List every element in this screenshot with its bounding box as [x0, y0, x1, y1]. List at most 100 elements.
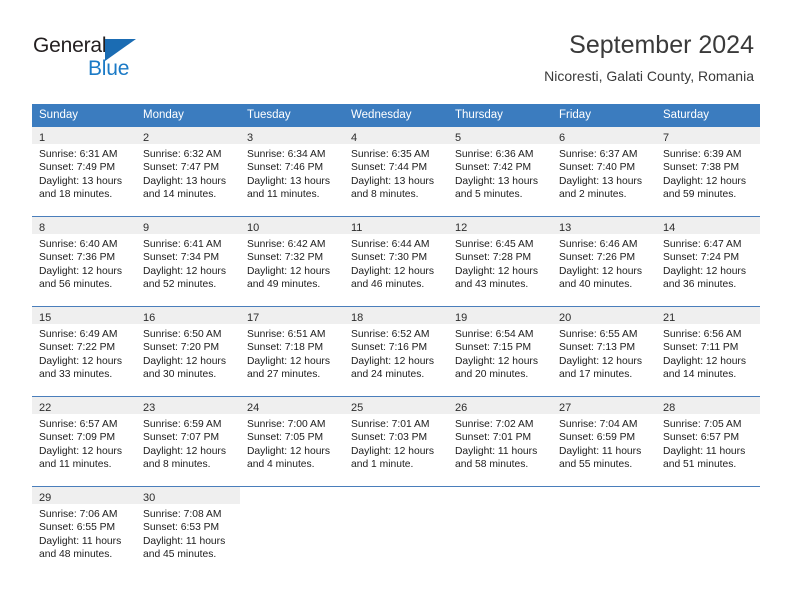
daylight-text-line1: Daylight: 12 hours — [143, 355, 226, 367]
calendar-grid: Sunday Monday Tuesday Wednesday Thursday… — [32, 104, 760, 576]
daylight-text-line2: and 27 minutes. — [247, 369, 321, 381]
calendar-day-cell[interactable]: 26 Sunrise: 7:02 AM Sunset: 7:01 PM Dayligh… — [448, 397, 552, 486]
day-number-strip: 6 — [552, 127, 656, 144]
day-details — [656, 504, 760, 508]
calendar-day-cell[interactable]: 19 Sunrise: 6:54 AM Sunset: 7:15 PM Dayligh… — [448, 307, 552, 396]
calendar-weeks: 1 Sunrise: 6:31 AM Sunset: 7:49 PM Daylight… — [32, 127, 760, 576]
sunset-text: Sunset: 7:13 PM — [559, 342, 636, 354]
day-number: 28 — [663, 402, 676, 414]
calendar-day-cell[interactable]: 8 Sunrise: 6:40 AM Sunset: 7:36 PM Daylight… — [32, 217, 136, 306]
sunrise-text: Sunrise: 6:46 AM — [559, 239, 638, 250]
sunrise-text: Sunrise: 6:50 AM — [143, 329, 222, 340]
day-number: 11 — [351, 222, 363, 234]
calendar-day-cell[interactable]: 29 Sunrise: 7:06 AM Sunset: 6:55 PM Dayligh… — [32, 487, 136, 576]
day-details: Sunrise: 6:39 AM Sunset: 7:38 PM Daylight:… — [656, 144, 760, 202]
calendar-day-cell[interactable]: 3 Sunrise: 6:34 AM Sunset: 7:46 PM Daylight… — [240, 127, 344, 216]
daylight-text-line1: Daylight: 12 hours — [455, 355, 538, 367]
calendar-day-cell[interactable]: 14 Sunrise: 6:47 AM Sunset: 7:24 PM Dayligh… — [656, 217, 760, 306]
sunrise-text: Sunrise: 6:57 AM — [39, 419, 118, 430]
sunset-text: Sunset: 7:46 PM — [247, 162, 324, 174]
day-number-strip — [240, 487, 344, 504]
day-number: 2 — [143, 132, 150, 144]
daylight-text-line1: Daylight: 13 hours — [455, 175, 538, 187]
day-number-strip: 24 — [240, 397, 344, 414]
calendar-day-cell[interactable]: 22 Sunrise: 6:57 AM Sunset: 7:09 PM Dayligh… — [32, 397, 136, 486]
sunrise-text: Sunrise: 6:31 AM — [39, 149, 118, 160]
logo-text-general: General — [33, 34, 107, 57]
calendar-day-cell[interactable]: 28 Sunrise: 7:05 AM Sunset: 6:57 PM Dayligh… — [656, 397, 760, 486]
day-number: 17 — [247, 312, 260, 324]
day-number: 7 — [663, 132, 670, 144]
sunrise-text: Sunrise: 6:51 AM — [247, 329, 326, 340]
calendar-day-cell[interactable]: 13 Sunrise: 6:46 AM Sunset: 7:26 PM Dayligh… — [552, 217, 656, 306]
daylight-text-line2: and 55 minutes. — [559, 459, 633, 471]
calendar-day-cell[interactable]: 20 Sunrise: 6:55 AM Sunset: 7:13 PM Dayligh… — [552, 307, 656, 396]
sunrise-text: Sunrise: 7:06 AM — [39, 509, 118, 520]
sunrise-text: Sunrise: 7:08 AM — [143, 509, 222, 520]
day-number-strip: 19 — [448, 307, 552, 324]
calendar-day-cell[interactable]: 30 Sunrise: 7:08 AM Sunset: 6:53 PM Dayligh… — [136, 487, 240, 576]
calendar-day-cell[interactable]: 24 Sunrise: 7:00 AM Sunset: 7:05 PM Dayligh… — [240, 397, 344, 486]
daylight-text-line2: and 14 minutes. — [143, 189, 217, 201]
calendar-day-cell[interactable]: 25 Sunrise: 7:01 AM Sunset: 7:03 PM Dayligh… — [344, 397, 448, 486]
daylight-text-line2: and 4 minutes. — [247, 459, 315, 471]
daylight-text-line1: Daylight: 12 hours — [39, 355, 122, 367]
calendar-day-cell[interactable]: 18 Sunrise: 6:52 AM Sunset: 7:16 PM Dayligh… — [344, 307, 448, 396]
calendar-day-cell-empty — [448, 487, 552, 576]
calendar-day-cell[interactable]: 17 Sunrise: 6:51 AM Sunset: 7:18 PM Dayligh… — [240, 307, 344, 396]
sunrise-text: Sunrise: 6:42 AM — [247, 239, 326, 250]
day-details: Sunrise: 6:31 AM Sunset: 7:49 PM Daylight:… — [32, 144, 136, 202]
general-blue-logo: General Blue — [33, 34, 183, 84]
day-number: 20 — [559, 312, 572, 324]
sunset-text: Sunset: 7:15 PM — [455, 342, 532, 354]
sunrise-text: Sunrise: 7:05 AM — [663, 419, 742, 430]
daylight-text-line2: and 49 minutes. — [247, 279, 321, 291]
calendar-day-cell[interactable]: 11 Sunrise: 6:44 AM Sunset: 7:30 PM Dayligh… — [344, 217, 448, 306]
sunrise-text: Sunrise: 6:37 AM — [559, 149, 638, 160]
title-block: September 2024 Nicoresti, Galati County,… — [544, 30, 754, 86]
day-number: 13 — [559, 222, 572, 234]
daylight-text-line2: and 43 minutes. — [455, 279, 529, 291]
day-number: 18 — [351, 312, 364, 324]
sunset-text: Sunset: 7:47 PM — [143, 162, 220, 174]
day-details: Sunrise: 6:50 AM Sunset: 7:20 PM Daylight:… — [136, 324, 240, 382]
calendar-day-cell[interactable]: 12 Sunrise: 6:45 AM Sunset: 7:28 PM Dayligh… — [448, 217, 552, 306]
day-number-strip: 5 — [448, 127, 552, 144]
calendar-week-row: 8 Sunrise: 6:40 AM Sunset: 7:36 PM Daylight… — [32, 216, 760, 306]
calendar-day-cell[interactable]: 2 Sunrise: 6:32 AM Sunset: 7:47 PM Daylight… — [136, 127, 240, 216]
day-details: Sunrise: 6:35 AM Sunset: 7:44 PM Daylight:… — [344, 144, 448, 202]
calendar-day-cell[interactable]: 16 Sunrise: 6:50 AM Sunset: 7:20 PM Dayligh… — [136, 307, 240, 396]
daylight-text-line2: and 58 minutes. — [455, 459, 529, 471]
calendar-day-cell[interactable]: 10 Sunrise: 6:42 AM Sunset: 7:32 PM Dayligh… — [240, 217, 344, 306]
calendar-day-cell[interactable]: 15 Sunrise: 6:49 AM Sunset: 7:22 PM Dayligh… — [32, 307, 136, 396]
day-number: 8 — [39, 222, 46, 234]
sunrise-text: Sunrise: 6:47 AM — [663, 239, 742, 250]
day-number-strip — [552, 487, 656, 504]
sunrise-text: Sunrise: 6:34 AM — [247, 149, 326, 160]
daylight-text-line1: Daylight: 12 hours — [39, 265, 122, 277]
weekday-header-monday: Monday — [143, 109, 184, 121]
calendar-day-cell[interactable]: 27 Sunrise: 7:04 AM Sunset: 6:59 PM Dayligh… — [552, 397, 656, 486]
day-number: 3 — [247, 132, 254, 144]
calendar-day-cell[interactable]: 7 Sunrise: 6:39 AM Sunset: 7:38 PM Daylight… — [656, 127, 760, 216]
sunrise-text: Sunrise: 7:01 AM — [351, 419, 430, 430]
calendar-day-cell[interactable]: 4 Sunrise: 6:35 AM Sunset: 7:44 PM Daylight… — [344, 127, 448, 216]
sunset-text: Sunset: 7:18 PM — [247, 342, 324, 354]
daylight-text-line2: and 52 minutes. — [143, 279, 217, 291]
weekday-header-sunday: Sunday — [39, 109, 79, 121]
weekday-header-saturday: Saturday — [663, 109, 710, 121]
calendar-day-cell[interactable]: 1 Sunrise: 6:31 AM Sunset: 7:49 PM Daylight… — [32, 127, 136, 216]
daylight-text-line2: and 36 minutes. — [663, 279, 737, 291]
daylight-text-line1: Daylight: 11 hours — [455, 445, 538, 457]
day-number-strip: 27 — [552, 397, 656, 414]
day-number: 29 — [39, 492, 52, 504]
calendar-day-cell[interactable]: 6 Sunrise: 6:37 AM Sunset: 7:40 PM Daylight… — [552, 127, 656, 216]
calendar-day-cell[interactable]: 5 Sunrise: 6:36 AM Sunset: 7:42 PM Daylight… — [448, 127, 552, 216]
sunrise-text: Sunrise: 6:39 AM — [663, 149, 742, 160]
daylight-text-line2: and 18 minutes. — [39, 189, 113, 201]
day-details: Sunrise: 6:49 AM Sunset: 7:22 PM Daylight:… — [32, 324, 136, 382]
calendar-day-cell[interactable]: 9 Sunrise: 6:41 AM Sunset: 7:34 PM Daylight… — [136, 217, 240, 306]
calendar-day-cell[interactable]: 21 Sunrise: 6:56 AM Sunset: 7:11 PM Dayligh… — [656, 307, 760, 396]
calendar-day-cell[interactable]: 23 Sunrise: 6:59 AM Sunset: 7:07 PM Dayligh… — [136, 397, 240, 486]
day-details: Sunrise: 6:36 AM Sunset: 7:42 PM Daylight:… — [448, 144, 552, 202]
